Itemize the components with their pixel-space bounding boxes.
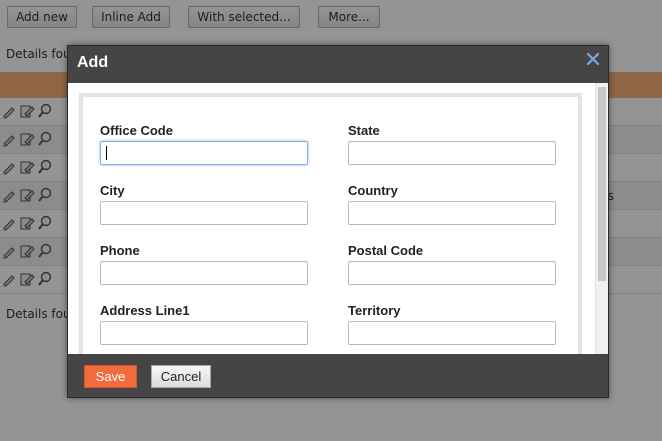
scrollbar-thumb[interactable] — [598, 87, 606, 281]
cancel-button[interactable]: Cancel — [151, 365, 211, 388]
country-label: Country — [348, 183, 398, 198]
state-input[interactable] — [348, 141, 556, 165]
country-input[interactable] — [348, 201, 556, 225]
address-line1-label: Address Line1 — [100, 303, 190, 318]
text-caret — [106, 146, 107, 160]
postal-code-label: Postal Code — [348, 243, 424, 258]
city-input[interactable] — [100, 201, 308, 225]
address-line1-input[interactable] — [100, 321, 308, 345]
state-label: State — [348, 123, 380, 138]
territory-input[interactable] — [348, 321, 556, 345]
postal-code-input[interactable] — [348, 261, 556, 285]
territory-label: Territory — [348, 303, 401, 318]
dialog-title: Add — [77, 54, 109, 71]
phone-input[interactable] — [100, 261, 308, 285]
close-icon[interactable] — [586, 52, 600, 66]
dialog-footer: Save Cancel — [68, 354, 608, 397]
save-button[interactable]: Save — [84, 365, 137, 388]
dialog-body: Office Code City Phone Address Line1 Sta… — [68, 83, 608, 354]
city-label: City — [100, 183, 125, 198]
office-code-label: Office Code — [100, 123, 173, 138]
add-dialog: Add Office Code City Phone Address Line1… — [67, 45, 609, 398]
phone-label: Phone — [100, 243, 140, 258]
office-code-input[interactable] — [100, 141, 308, 165]
vertical-scrollbar[interactable] — [595, 83, 608, 354]
